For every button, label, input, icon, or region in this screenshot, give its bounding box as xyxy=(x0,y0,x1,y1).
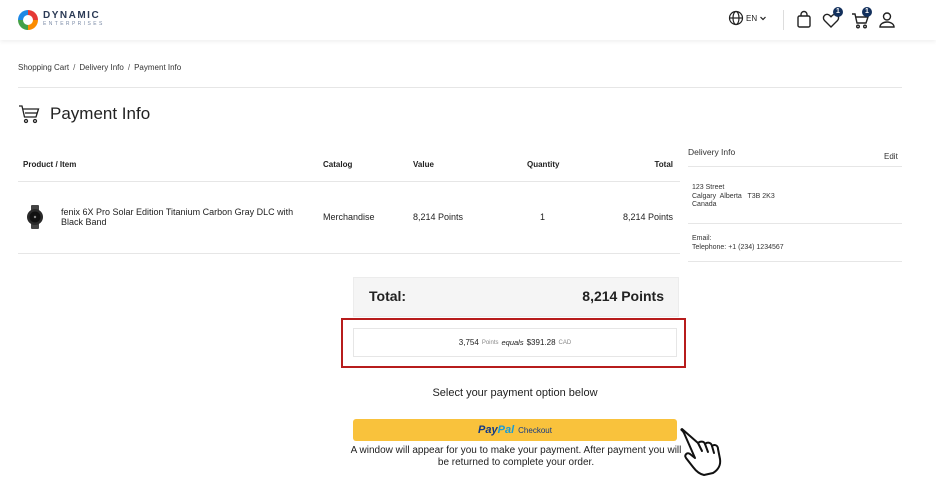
product-catalog: Merchandise xyxy=(323,212,375,222)
breadcrumb: Shopping Cart / Delivery Info / Payment … xyxy=(18,63,181,72)
column-header-product: Product / Item xyxy=(23,160,77,169)
cart-count-badge: 1 xyxy=(862,7,872,17)
breadcrumb-divider xyxy=(18,87,902,88)
breadcrumb-separator: / xyxy=(127,63,131,72)
address-line: Canada xyxy=(692,201,717,208)
breadcrumb-delivery-info[interactable]: Delivery Info xyxy=(79,63,123,72)
paypal-logo-pay: Pay xyxy=(478,424,498,436)
breadcrumb-separator: / xyxy=(73,63,76,72)
column-header-catalog: Catalog xyxy=(323,160,353,169)
product-value: 8,214 Points xyxy=(413,212,464,222)
page-title: Payment Info xyxy=(50,104,151,123)
product-name: fenix 6X Pro Solar Edition Titanium Carb… xyxy=(61,207,294,227)
pointing-hand-icon xyxy=(680,428,722,476)
delivery-info-title: Delivery Info xyxy=(688,147,736,157)
logo-title: DYNAMIC xyxy=(43,10,101,21)
payment-instruction: Select your payment option below xyxy=(432,387,598,399)
delivery-divider xyxy=(688,223,902,224)
order-total-box: Total: 8,214 Points xyxy=(353,277,679,317)
column-header-quantity: Quantity xyxy=(527,160,560,169)
conversion-points: 3,754 xyxy=(458,338,479,347)
user-icon[interactable] xyxy=(876,9,898,31)
product-quantity: 1 xyxy=(540,212,546,222)
header-divider xyxy=(783,10,784,30)
column-header-value: Value xyxy=(413,160,434,169)
conversion-amount: $391.28 xyxy=(526,338,556,347)
paypal-checkout-button[interactable]: Pay Pal Checkout xyxy=(353,419,677,441)
wishlist-count-badge: 1 xyxy=(833,7,843,17)
logo-subtitle: ENTERPRISES xyxy=(43,21,105,27)
product-image xyxy=(27,205,43,229)
bag-icon[interactable] xyxy=(793,9,815,31)
delivery-edit-link[interactable]: Edit xyxy=(884,152,898,161)
delivery-divider xyxy=(688,261,902,262)
points-conversion: 3,754 Points equals $391.28 CAD xyxy=(353,328,677,357)
top-header: DYNAMIC ENTERPRISES EN 1 1 xyxy=(0,0,936,40)
telephone-line: Telephone: +1 (234) 1234567 xyxy=(692,244,784,251)
conversion-currency: CAD xyxy=(558,339,572,346)
conversion-points-label: Points xyxy=(481,339,499,346)
address-line: Calgary Alberta T3B 2K3 xyxy=(692,192,775,200)
payment-notice: A window will appear for you to make you… xyxy=(350,445,682,468)
column-header-total: Total xyxy=(654,160,673,169)
email-line: Email: xyxy=(692,235,712,242)
logo[interactable]: DYNAMIC ENTERPRISES xyxy=(18,10,105,30)
page-header: Payment Info xyxy=(18,104,150,124)
product-total: 8,214 Points xyxy=(622,212,673,222)
delivery-divider xyxy=(688,166,902,167)
shopping-cart-icon xyxy=(19,105,40,124)
table-row-divider xyxy=(18,253,680,254)
table-header-divider xyxy=(18,181,680,182)
total-label: Total: xyxy=(369,288,407,304)
globe-icon xyxy=(728,10,744,26)
conversion-equals: equals xyxy=(501,338,524,347)
language-selector[interactable]: EN xyxy=(728,10,767,26)
chevron-down-icon xyxy=(760,16,767,21)
paypal-logo-pal: Pal xyxy=(497,424,515,436)
address-line: 123 Street xyxy=(692,184,725,191)
total-value: 8,214 Points xyxy=(582,288,664,304)
delivery-contact: Email: Telephone: +1 (234) 1234567 xyxy=(692,234,784,252)
delivery-address: 123 Street Calgary Alberta T3B 2K3 Canad… xyxy=(692,184,775,210)
breadcrumb-shopping-cart[interactable]: Shopping Cart xyxy=(18,63,69,72)
language-code: EN xyxy=(746,13,758,23)
logo-mark-icon xyxy=(18,10,38,30)
paypal-checkout-label: Checkout xyxy=(518,425,552,435)
breadcrumb-payment-info: Payment Info xyxy=(134,63,182,72)
